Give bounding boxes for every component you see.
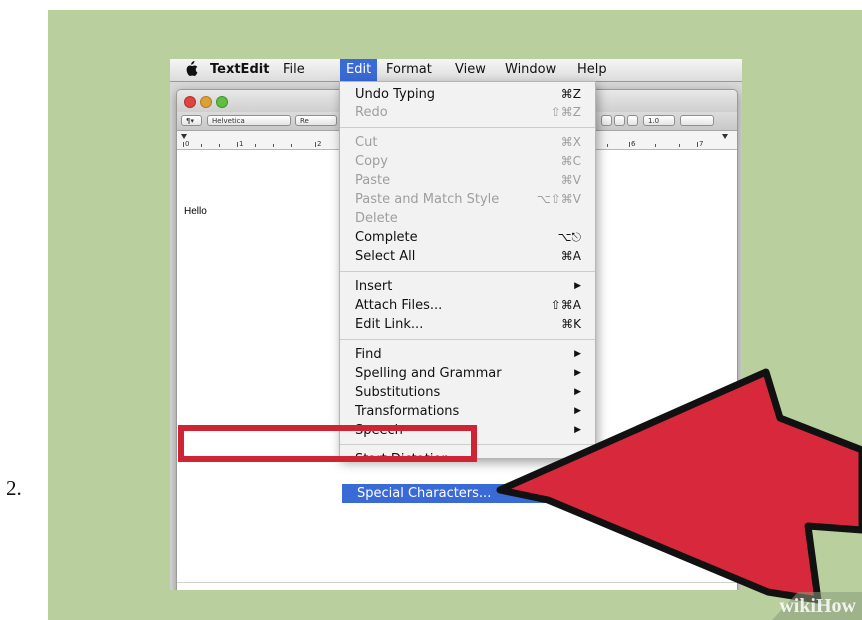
- illustration-panel: TextEdit File Edit Format View Window He…: [48, 10, 862, 620]
- red-pointer-arrow-icon: [496, 368, 862, 604]
- step-number: 2.: [6, 476, 22, 500]
- wikihow-watermark: wikiHow: [750, 580, 862, 620]
- watermark-text: wikiHow: [779, 595, 856, 617]
